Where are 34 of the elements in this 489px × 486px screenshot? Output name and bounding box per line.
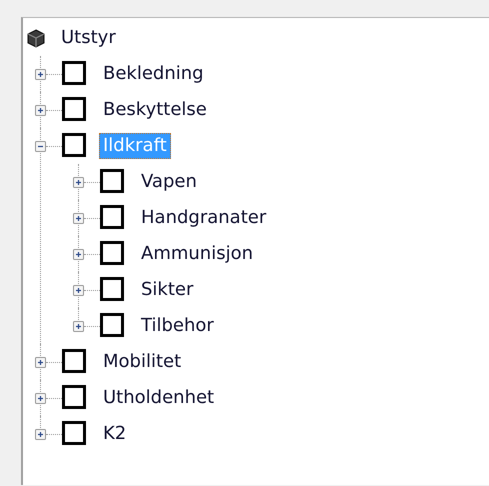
checkbox[interactable] [62, 61, 88, 87]
expand-icon[interactable] [35, 356, 46, 368]
expand-icon[interactable] [35, 392, 46, 404]
tree-item[interactable]: Tilbehor [137, 313, 218, 339]
checkbox[interactable] [62, 97, 88, 123]
expand-icon[interactable] [73, 176, 84, 188]
expand-icon[interactable] [35, 68, 46, 80]
tree-item[interactable]: Utholdenhet [99, 385, 218, 411]
checkbox[interactable] [62, 349, 88, 375]
checkbox[interactable] [100, 205, 126, 231]
expand-icon[interactable] [73, 320, 84, 332]
checkbox[interactable] [62, 385, 88, 411]
expand-icon[interactable] [35, 104, 46, 116]
tree-item[interactable]: Mobilitet [99, 349, 186, 375]
expand-icon[interactable] [73, 212, 84, 224]
tree-item[interactable]: Sikter [137, 277, 198, 303]
checkbox[interactable] [62, 133, 88, 159]
tree-item[interactable]: Vapen [137, 169, 201, 195]
tree-root-label[interactable]: Utstyr [57, 25, 120, 51]
expand-icon[interactable] [73, 248, 84, 260]
checkbox[interactable] [100, 313, 126, 339]
checkbox[interactable] [100, 277, 126, 303]
tree-item[interactable]: Handgranater [137, 205, 270, 231]
checkbox[interactable] [62, 421, 88, 447]
checkbox[interactable] [100, 169, 126, 195]
collapse-icon[interactable] [35, 140, 46, 152]
expand-icon[interactable] [73, 284, 84, 296]
expand-icon[interactable] [35, 428, 46, 440]
tree-item[interactable]: Ammunisjon [137, 241, 257, 267]
cube-icon [27, 28, 45, 48]
checkbox[interactable] [100, 241, 126, 267]
tree-item[interactable]: K2 [99, 421, 130, 447]
tree-item[interactable]: Bekledning [99, 61, 208, 87]
tree-item[interactable]: Beskyttelse [99, 97, 211, 123]
